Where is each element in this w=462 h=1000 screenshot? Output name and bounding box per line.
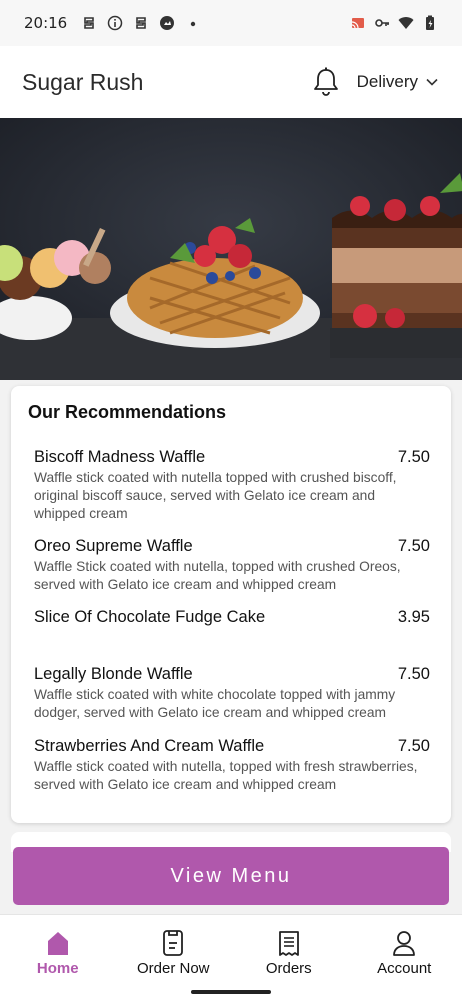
hero-banner-image [0, 118, 462, 380]
recommendations-card: Our Recommendations Biscoff Madness Waff… [11, 386, 451, 823]
key-icon [375, 19, 389, 27]
menu-item-legally-blonde-waffle[interactable]: Legally Blonde Waffle 7.50 Waffle stick … [34, 665, 430, 722]
receipt-icon [278, 931, 299, 956]
menu-item-description: Waffle stick coated with nutella topped … [34, 470, 397, 521]
menu-item-name: Strawberries And Cream Waffle [34, 737, 265, 755]
menu-item-description: Waffle stick coated with nutella, topped… [34, 759, 418, 792]
menu-item-price: 7.50 [397, 737, 430, 755]
menu-item-name: Oreo Supreme Waffle [34, 537, 193, 555]
s-icon [136, 17, 147, 29]
nav-label: Home [36, 960, 79, 977]
nav-item-account[interactable]: Account [347, 915, 462, 1000]
app-header: Sugar Rush Delivery [0, 46, 462, 118]
bell-icon[interactable] [313, 67, 339, 97]
menu-item-name: Biscoff Madness Waffle [34, 448, 206, 466]
nav-item-order-now[interactable]: Order Now [116, 915, 232, 1000]
order-icon [163, 930, 184, 956]
gesture-bar [191, 990, 271, 994]
nav-label: Account [377, 960, 432, 977]
gallery-icon [160, 16, 175, 30]
menu-item-price: 7.50 [397, 537, 430, 555]
nav-item-orders[interactable]: Orders [231, 915, 347, 1000]
menu-item-price: 7.50 [397, 665, 430, 683]
menu-item-price: 7.50 [397, 448, 430, 466]
info-icon [107, 15, 123, 31]
menu-item-name: Legally Blonde Waffle [34, 665, 193, 683]
s-icon [84, 17, 95, 29]
bottom-navigation: Home Order Now Orders Account [0, 914, 462, 1000]
app-title: Sugar Rush [22, 68, 144, 95]
status-time: 20:16 [24, 14, 68, 32]
menu-item-description: Waffle Stick coated with nutella, topped… [34, 559, 401, 592]
nav-label: Orders [265, 960, 312, 977]
dot-icon [191, 21, 196, 27]
view-menu-button[interactable]: View Menu [13, 847, 449, 905]
dessert-illustration [0, 118, 462, 380]
recommendations-title: Our Recommendations [28, 402, 227, 422]
delivery-label: Delivery [356, 72, 418, 91]
menu-item-biscoff-madness-waffle[interactable]: Biscoff Madness Waffle 7.50 Waffle stick… [34, 448, 430, 523]
user-icon [393, 931, 416, 956]
nav-item-home[interactable]: Home [0, 915, 116, 1000]
menu-item-description: Waffle stick coated with white chocolate… [34, 687, 396, 720]
menu-item-oreo-supreme-waffle[interactable]: Oreo Supreme Waffle 7.50 Waffle Stick co… [34, 537, 430, 594]
nav-label: Order Now [136, 960, 210, 977]
battery-icon [426, 15, 434, 30]
delivery-selector[interactable]: Delivery [357, 72, 438, 92]
menu-item-price: 3.95 [397, 608, 430, 626]
menu-item-strawberries-and-cream-waffle[interactable]: Strawberries And Cream Waffle 7.50 Waffl… [34, 737, 430, 794]
home-icon [47, 932, 68, 955]
chevron-down-icon [426, 78, 438, 86]
menu-item-name: Slice Of Chocolate Fudge Cake [34, 608, 266, 626]
cast-icon [351, 18, 364, 29]
menu-item-chocolate-fudge-cake[interactable]: Slice Of Chocolate Fudge Cake 3.95 [34, 608, 430, 627]
wifi-icon [398, 17, 414, 29]
status-bar: 20:16 [0, 0, 462, 46]
